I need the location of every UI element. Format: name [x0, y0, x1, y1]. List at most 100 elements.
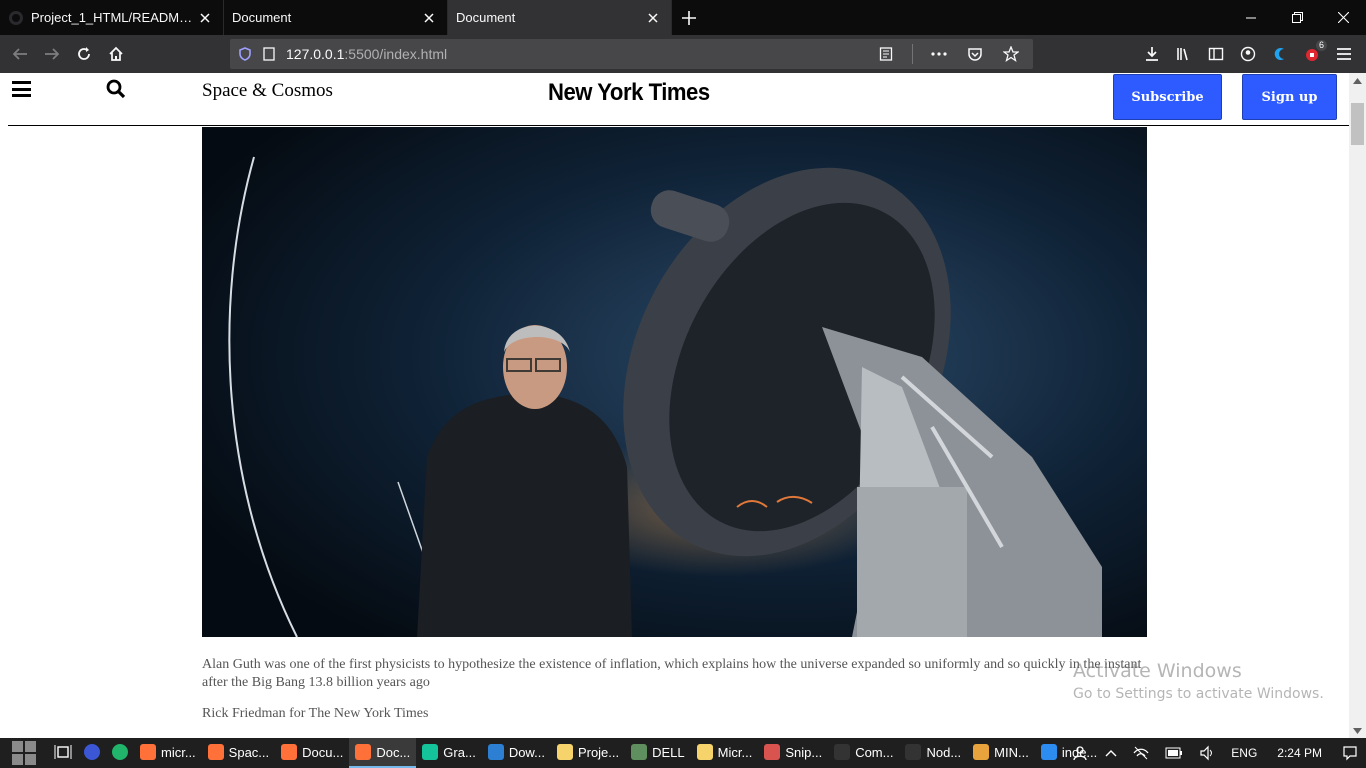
search-icon[interactable] — [106, 79, 126, 104]
back-arrow-icon — [12, 48, 27, 60]
site-header: Space & Cosmos New York Times Subscribe … — [8, 73, 1350, 126]
page-viewport: Space & Cosmos New York Times Subscribe … — [0, 73, 1366, 738]
taskbar-app-item[interactable]: Dow... — [482, 738, 551, 768]
taskbar-app-label: Micr... — [717, 744, 753, 760]
app-icon — [973, 744, 990, 760]
app-icon — [84, 744, 100, 760]
library-icon — [1177, 48, 1188, 61]
forward-button[interactable] — [36, 38, 68, 70]
bookmark-star-button[interactable] — [995, 38, 1027, 70]
page-actions-button[interactable] — [923, 38, 955, 70]
ellipsis-icon — [931, 52, 947, 56]
taskbar-app-label: MIN... — [994, 744, 1029, 760]
library-button[interactable] — [1168, 38, 1200, 70]
reload-icon — [78, 47, 90, 60]
forward-arrow-icon — [45, 48, 60, 60]
clock[interactable]: 2:24 PM — [1265, 746, 1334, 760]
language-indicator[interactable]: ENG — [1223, 746, 1265, 760]
page-scrollbar[interactable] — [1349, 73, 1366, 738]
taskbar-pinned-app[interactable] — [106, 738, 134, 768]
site-menu-icon[interactable] — [12, 81, 31, 97]
taskbar-app-item[interactable]: Docu... — [275, 738, 349, 768]
app-icon — [422, 744, 439, 760]
app-icon — [696, 744, 713, 760]
app-icon — [140, 744, 156, 760]
scroll-up-icon[interactable] — [1353, 76, 1362, 85]
image-caption: Alan Guth was one of the first physicist… — [202, 657, 1142, 690]
photo-credit: Rick Friedman for The New York Times — [202, 706, 429, 721]
url-host: 127.0.0.1 — [286, 46, 345, 62]
downloads-button[interactable] — [1136, 38, 1168, 70]
activate-windows-watermark: Activate Windows Go to Settings to activ… — [1073, 660, 1324, 702]
url-bar[interactable]: 127.0.0.1:5500/index.html — [230, 39, 1033, 69]
tab-document-1[interactable]: Document — [224, 0, 448, 35]
masthead-logo[interactable]: New York Times — [548, 79, 710, 107]
tab-readme[interactable]: Project_1_HTML/README.md at — [0, 0, 224, 35]
close-tab-icon[interactable] — [645, 10, 661, 26]
watermark-title: Activate Windows — [1073, 660, 1242, 682]
app-icon — [281, 744, 298, 760]
menu-button[interactable] — [1328, 38, 1360, 70]
pocket-button[interactable] — [959, 38, 991, 70]
taskbar-app-item[interactable]: Com... — [828, 738, 899, 768]
app-icon — [487, 744, 504, 760]
taskbar-app-item[interactable]: Micr... — [691, 738, 759, 768]
battery-icon[interactable] — [1157, 747, 1191, 759]
close-tab-icon[interactable] — [421, 10, 437, 26]
watermark-subtitle: Go to Settings to activate Windows. — [1073, 686, 1324, 702]
network-icon[interactable] — [1125, 745, 1157, 761]
taskbar-app-item[interactable]: DELL — [625, 738, 691, 768]
hamburger-menu-icon — [1337, 48, 1351, 60]
taskbar-app-item[interactable]: Snip... — [758, 738, 828, 768]
taskbar-app-label: Snip... — [785, 744, 823, 760]
sidebar-button[interactable] — [1200, 38, 1232, 70]
taskbar-app-item[interactable]: Proje... — [551, 738, 625, 768]
taskbar-app-item[interactable]: Nod... — [899, 738, 967, 768]
taskbar-app-item[interactable]: Doc... — [349, 738, 417, 768]
back-button[interactable] — [4, 38, 36, 70]
page-info-icon[interactable] — [262, 47, 276, 61]
taskbar-pinned-app[interactable] — [78, 738, 106, 768]
taskbar: micr... Spac... Docu... Doc... Gra... Dow... P… — [0, 738, 1366, 768]
scroll-thumb[interactable] — [1351, 103, 1364, 145]
notifications-icon[interactable] — [1334, 745, 1366, 761]
reload-button[interactable] — [68, 38, 100, 70]
extension-button[interactable] — [1264, 38, 1296, 70]
download-icon — [1146, 47, 1158, 61]
upwork-icon — [112, 744, 128, 760]
system-tray: ENG 2:24 PM — [1065, 738, 1366, 768]
close-tab-icon[interactable] — [197, 10, 213, 26]
close-window-button[interactable] — [1320, 0, 1366, 35]
home-button[interactable] — [100, 38, 132, 70]
taskbar-app-label: Docu... — [302, 744, 344, 760]
tab-title: Document — [232, 10, 292, 25]
taskbar-app-item[interactable]: MIN... — [967, 738, 1035, 768]
task-view-button[interactable] — [48, 738, 78, 768]
new-tab-button[interactable] — [672, 0, 706, 35]
minimize-button[interactable] — [1228, 0, 1274, 35]
taskbar-app-label: Spac... — [228, 744, 270, 760]
url-text[interactable]: 127.0.0.1:5500/index.html — [286, 46, 447, 62]
taskbar-app-item[interactable]: Spac... — [202, 738, 275, 768]
windows-logo-icon — [12, 741, 36, 765]
subscribe-button[interactable]: Subscribe — [1113, 74, 1222, 120]
app-icon — [1040, 744, 1057, 760]
chevron-up-icon[interactable] — [1097, 749, 1125, 757]
scroll-down-icon[interactable] — [1353, 726, 1362, 735]
account-button[interactable] — [1232, 38, 1264, 70]
people-icon[interactable] — [1065, 745, 1097, 761]
signup-button[interactable]: Sign up — [1242, 74, 1337, 120]
start-button[interactable] — [0, 738, 48, 768]
volume-icon[interactable] — [1191, 745, 1223, 761]
restore-button[interactable] — [1274, 0, 1320, 35]
taskbar-app-label: Nod... — [926, 744, 962, 760]
tab-document-2[interactable]: Document — [448, 0, 672, 35]
reader-view-button[interactable] — [870, 38, 902, 70]
shield-icon[interactable] — [238, 47, 252, 61]
section-title[interactable]: Space & Cosmos — [202, 80, 333, 102]
taskbar-app-label: Dow... — [508, 744, 545, 760]
star-icon — [1003, 46, 1019, 62]
privacy-extension-button[interactable]: 6 — [1296, 38, 1328, 70]
taskbar-app-item[interactable]: Gra... — [416, 738, 482, 768]
taskbar-app-item[interactable]: micr... — [134, 738, 202, 768]
